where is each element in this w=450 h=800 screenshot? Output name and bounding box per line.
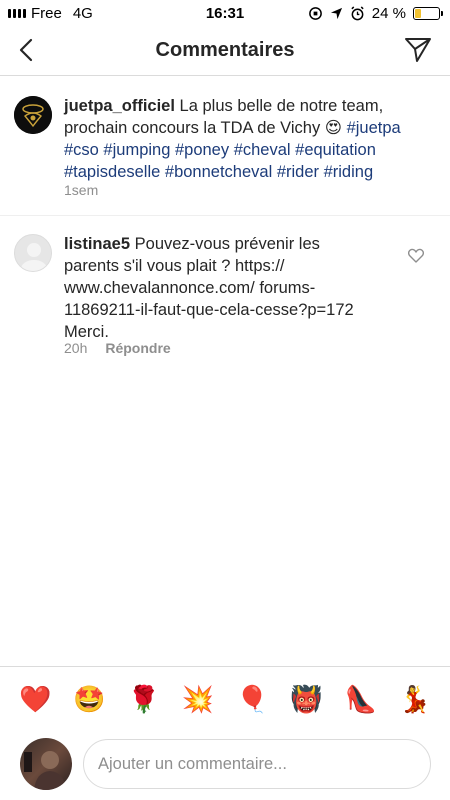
emoji-red-heart[interactable]: ❤️ (17, 682, 53, 718)
caption-time: 1sem (64, 182, 99, 198)
signal-icon (8, 8, 26, 18)
emoji-collision[interactable]: 💥 (180, 682, 216, 718)
like-button[interactable] (407, 248, 426, 266)
avatar[interactable] (14, 234, 52, 272)
comment-time: 20h (64, 340, 88, 356)
orientation-lock-icon (308, 6, 322, 20)
club-logo-icon (14, 96, 52, 134)
comment-item: listinae5 Pouvez-vous prévenir les paren… (0, 226, 450, 366)
default-avatar-icon (21, 243, 47, 271)
nav-header: Commentaires (0, 26, 450, 76)
emoji-bar: ❤️ 🤩 🌹 💥 🎈 👹 👠 💃 (0, 666, 450, 732)
page-title: Commentaires (155, 39, 295, 61)
chevron-left-icon (19, 38, 33, 62)
caption-emoji: 😍 (324, 119, 342, 137)
emoji-rose[interactable]: 🌹 (126, 682, 162, 718)
emoji-balloon[interactable]: 🎈 (234, 682, 270, 718)
comment-meta: 20h Répondre (64, 340, 171, 356)
user-photo-icon (24, 751, 66, 790)
carrier-label: Free (31, 4, 62, 22)
avatar[interactable] (14, 96, 52, 134)
status-right: 24 % (308, 4, 443, 22)
comment-text: listinae5 Pouvez-vous prévenir les paren… (64, 233, 374, 343)
emoji-high-heel[interactable]: 👠 (343, 682, 379, 718)
comment-username[interactable]: listinae5 (64, 235, 130, 253)
caption-username[interactable]: juetpa_officiel (64, 97, 175, 115)
comment-input[interactable] (83, 739, 431, 789)
back-button[interactable] (12, 36, 40, 64)
share-button[interactable] (402, 34, 434, 66)
alarm-icon (351, 5, 364, 20)
comment-composer (0, 732, 450, 800)
reply-button[interactable]: Répondre (105, 340, 170, 356)
battery-icon (413, 6, 443, 20)
post-caption: juetpa_officiel La plus belle de notre t… (0, 86, 450, 216)
emoji-star-struck[interactable]: 🤩 (71, 682, 107, 718)
emoji-dancer[interactable]: 💃 (397, 682, 433, 718)
network-label: 4G (72, 4, 93, 22)
paper-plane-icon (405, 38, 431, 62)
status-bar: Free 4G 16:31 24 % (0, 0, 450, 26)
battery-level (415, 8, 421, 18)
avatar (20, 738, 72, 790)
emoji-ogre[interactable]: 👹 (288, 682, 324, 718)
battery-percent: 24 % (371, 4, 406, 22)
status-left: Free 4G (8, 5, 93, 22)
caption-text: juetpa_officiel La plus belle de notre t… (64, 95, 436, 183)
heart-outline-icon (407, 248, 425, 263)
location-icon (330, 7, 342, 19)
